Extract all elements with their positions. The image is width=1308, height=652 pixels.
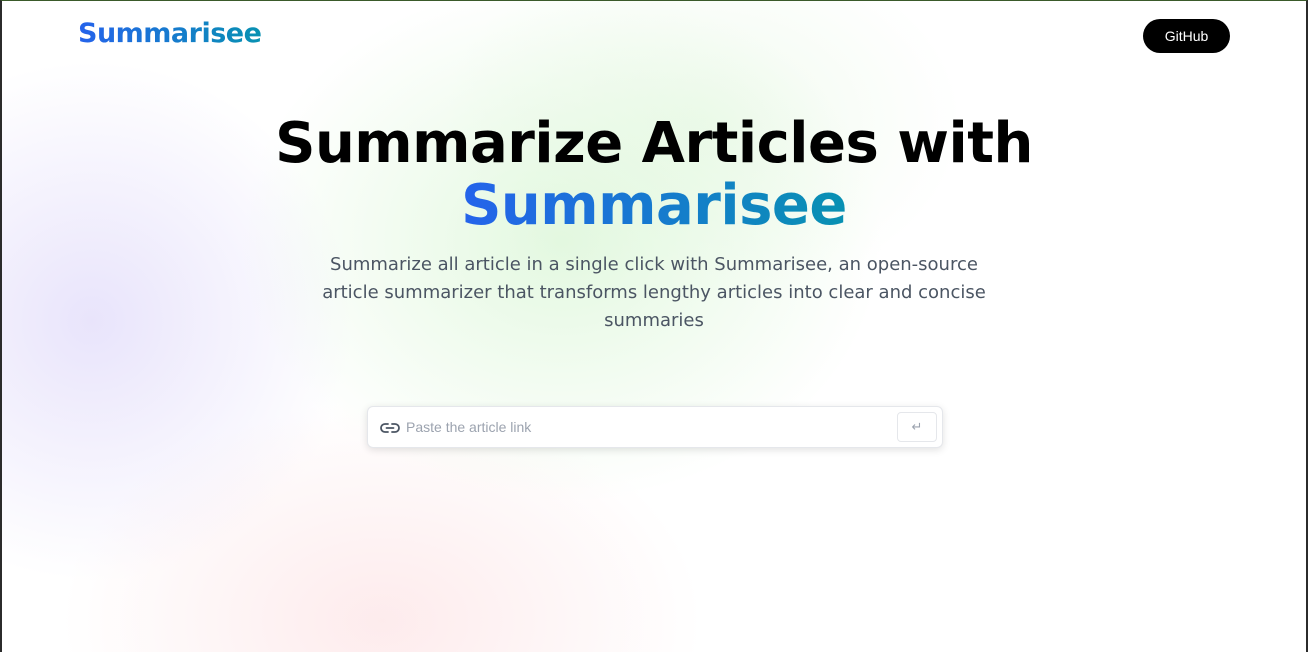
submit-button[interactable]: ↵ <box>897 412 937 442</box>
title-brand-highlight: Summarisee <box>461 173 847 238</box>
page-title: Summarize Articles with Summarisee <box>2 113 1306 237</box>
link-icon <box>379 419 401 437</box>
article-link-form: ↵ <box>367 406 943 448</box>
hero-section: Summarize Articles with Summarisee Summa… <box>2 113 1306 335</box>
hero-description: Summarize all article in a single click … <box>322 254 986 331</box>
github-button[interactable]: GitHub <box>1143 19 1230 53</box>
logo[interactable]: Summarisee <box>78 18 262 49</box>
article-link-input[interactable] <box>406 407 886 447</box>
title-line-1: Summarize Articles with <box>275 111 1033 176</box>
navbar: Summarisee GitHub <box>2 1 1306 73</box>
